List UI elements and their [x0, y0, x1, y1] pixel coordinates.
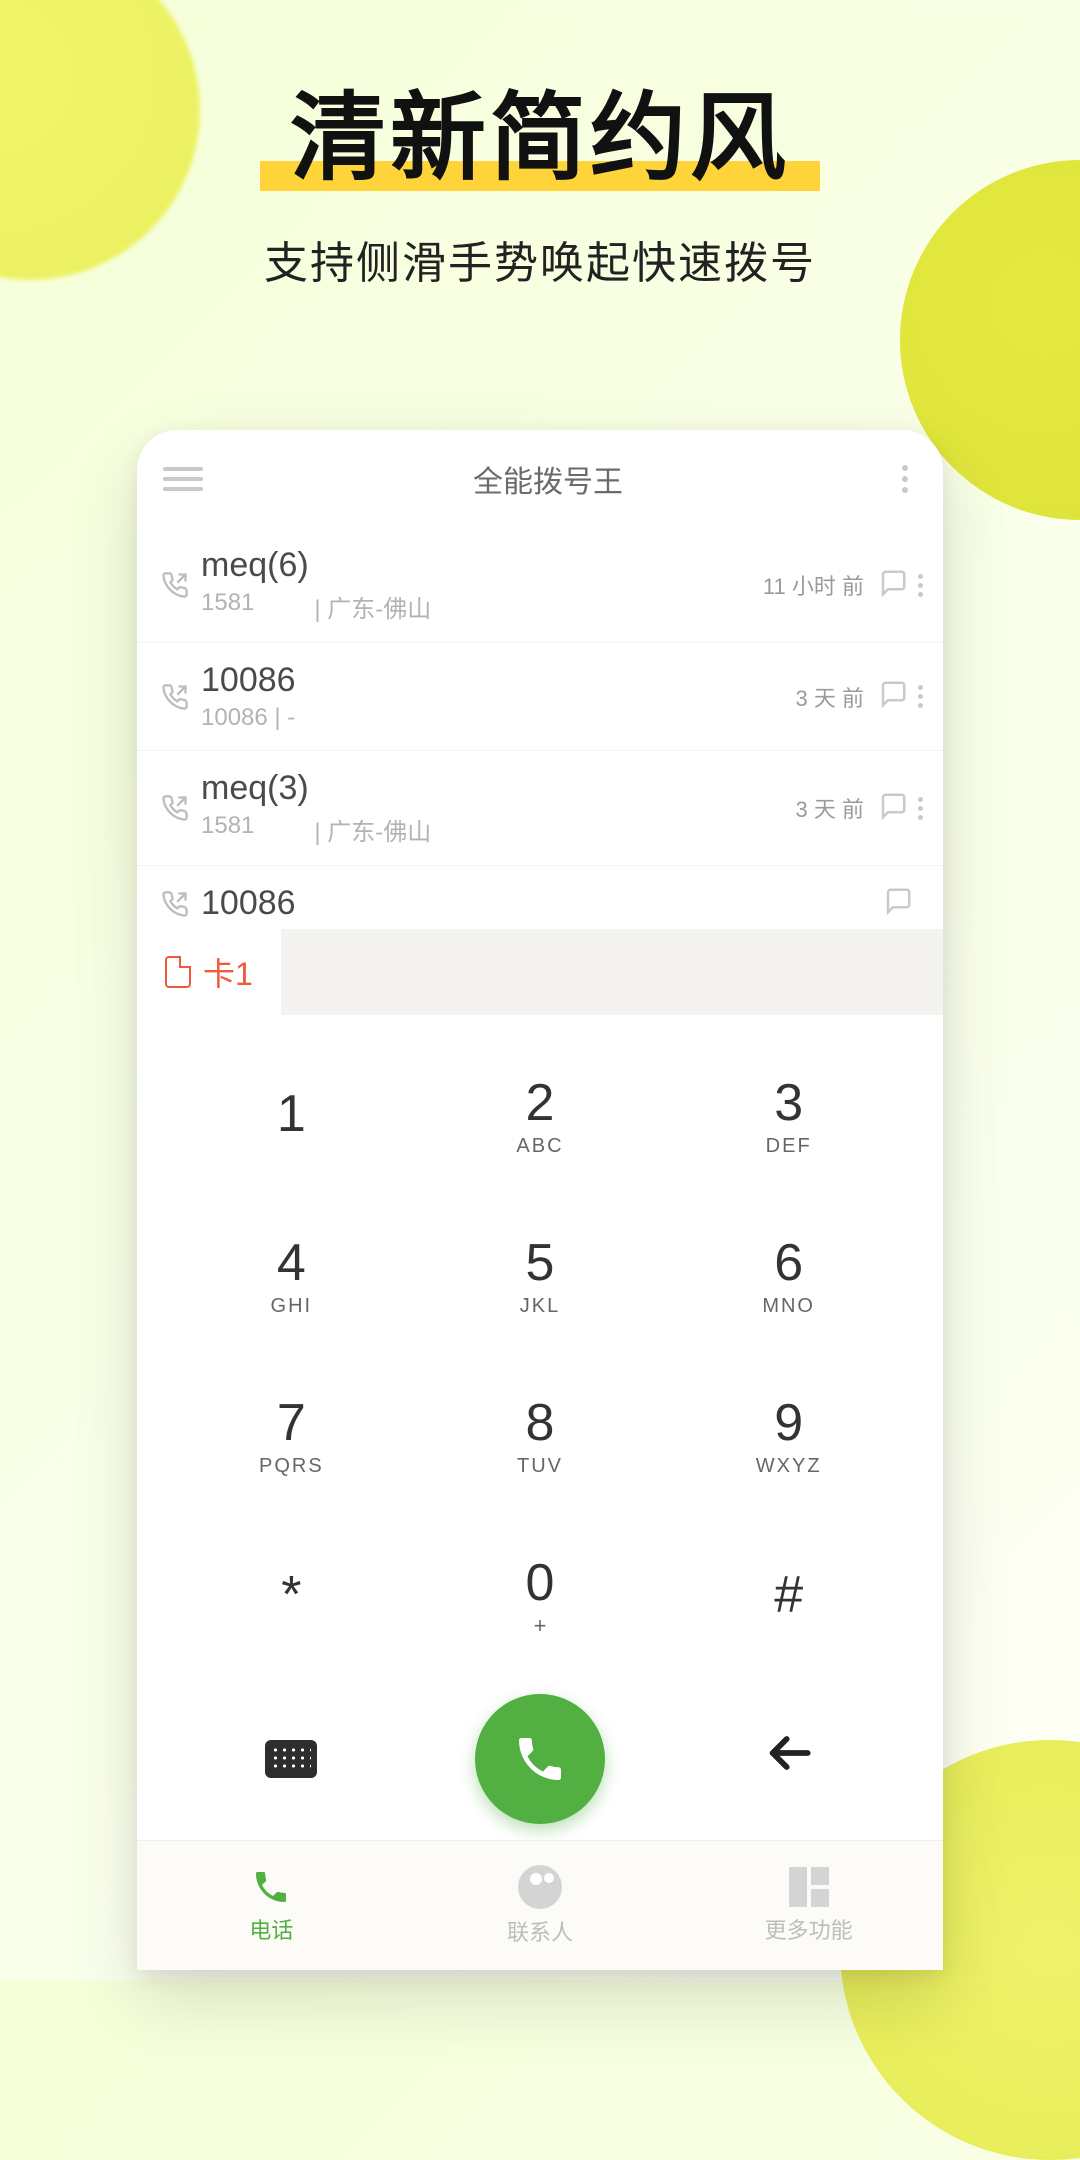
- key-5[interactable]: 5JKL: [416, 1195, 665, 1355]
- call-name: 10086: [201, 884, 883, 923]
- promo-headline: 清新简约风: [0, 60, 1080, 199]
- call-name: 10086: [201, 661, 796, 700]
- key-1[interactable]: 1: [167, 1035, 416, 1195]
- key-4[interactable]: 4GHI: [167, 1195, 416, 1355]
- contacts-icon: [518, 1865, 562, 1909]
- key-0[interactable]: 0+: [416, 1516, 665, 1676]
- keyboard-icon[interactable]: [265, 1740, 317, 1778]
- nav-phone[interactable]: 电话: [137, 1841, 406, 1970]
- outgoing-call-icon: [155, 571, 195, 599]
- call-number: 10086 | -: [201, 704, 295, 732]
- dial-actions: [137, 1676, 943, 1840]
- row-overflow-icon[interactable]: [918, 685, 923, 708]
- call-time: 11 小时 前: [763, 569, 864, 601]
- nav-more[interactable]: 更多功能: [674, 1841, 943, 1970]
- call-number: 1581: [201, 812, 254, 847]
- outgoing-call-icon: [155, 890, 195, 918]
- message-icon[interactable]: [878, 791, 908, 826]
- nav-label: 更多功能: [765, 1913, 853, 1945]
- phone-mock: 全能拨号王 meq(6) 1581 | 广东-佛山 11 小时 前: [137, 430, 943, 1970]
- sim-card-icon: [165, 956, 191, 988]
- call-name: meq(3): [201, 769, 796, 808]
- call-log-row[interactable]: meq(6) 1581 | 广东-佛山 11 小时 前: [137, 528, 943, 643]
- nav-label: 电话: [249, 1913, 293, 1945]
- call-time: 3 天 前: [796, 792, 864, 824]
- app-title: 全能拨号王: [203, 457, 893, 501]
- sim-tab-1[interactable]: 卡1: [137, 929, 281, 1015]
- menu-icon[interactable]: [163, 467, 203, 491]
- key-9[interactable]: 9WXYZ: [664, 1356, 913, 1516]
- key-7[interactable]: 7PQRS: [167, 1356, 416, 1516]
- row-overflow-icon[interactable]: [918, 797, 923, 820]
- overflow-icon[interactable]: [893, 465, 917, 493]
- key-2[interactable]: 2ABC: [416, 1035, 665, 1195]
- call-name: meq(6): [201, 546, 763, 585]
- call-location: | 广东-佛山: [314, 812, 431, 847]
- key-star[interactable]: *: [167, 1516, 416, 1676]
- grid-icon: [789, 1867, 829, 1907]
- call-location: | 广东-佛山: [314, 589, 431, 624]
- dial-button[interactable]: [475, 1694, 605, 1824]
- key-8[interactable]: 8TUV: [416, 1356, 665, 1516]
- app-bar: 全能拨号王: [137, 430, 943, 528]
- bottom-nav: 电话 联系人 更多功能: [137, 1840, 943, 1970]
- call-log: meq(6) 1581 | 广东-佛山 11 小时 前 10086 10086 …: [137, 528, 943, 929]
- promo-header: 清新简约风: [0, 60, 1080, 199]
- sim-label: 卡1: [203, 949, 253, 995]
- call-log-row[interactable]: meq(3) 1581 | 广东-佛山 3 天 前: [137, 751, 943, 866]
- sim-selector: 卡1: [137, 929, 943, 1015]
- outgoing-call-icon: [155, 794, 195, 822]
- nav-contacts[interactable]: 联系人: [406, 1841, 675, 1970]
- row-overflow-icon[interactable]: [918, 574, 923, 597]
- dial-pad: 1 2ABC 3DEF 4GHI 5JKL 6MNO 7PQRS 8TUV 9W…: [137, 1015, 943, 1676]
- call-time: 3 天 前: [796, 681, 864, 713]
- backspace-icon[interactable]: [761, 1725, 817, 1794]
- message-icon[interactable]: [878, 679, 908, 714]
- message-icon[interactable]: [883, 886, 913, 921]
- nav-label: 联系人: [507, 1915, 573, 1947]
- key-3[interactable]: 3DEF: [664, 1035, 913, 1195]
- call-log-row[interactable]: 10086: [137, 866, 943, 929]
- call-log-row[interactable]: 10086 10086 | - 3 天 前: [137, 643, 943, 751]
- outgoing-call-icon: [155, 683, 195, 711]
- call-number: 1581: [201, 589, 254, 624]
- key-6[interactable]: 6MNO: [664, 1195, 913, 1355]
- key-hash[interactable]: #: [664, 1516, 913, 1676]
- message-icon[interactable]: [878, 568, 908, 603]
